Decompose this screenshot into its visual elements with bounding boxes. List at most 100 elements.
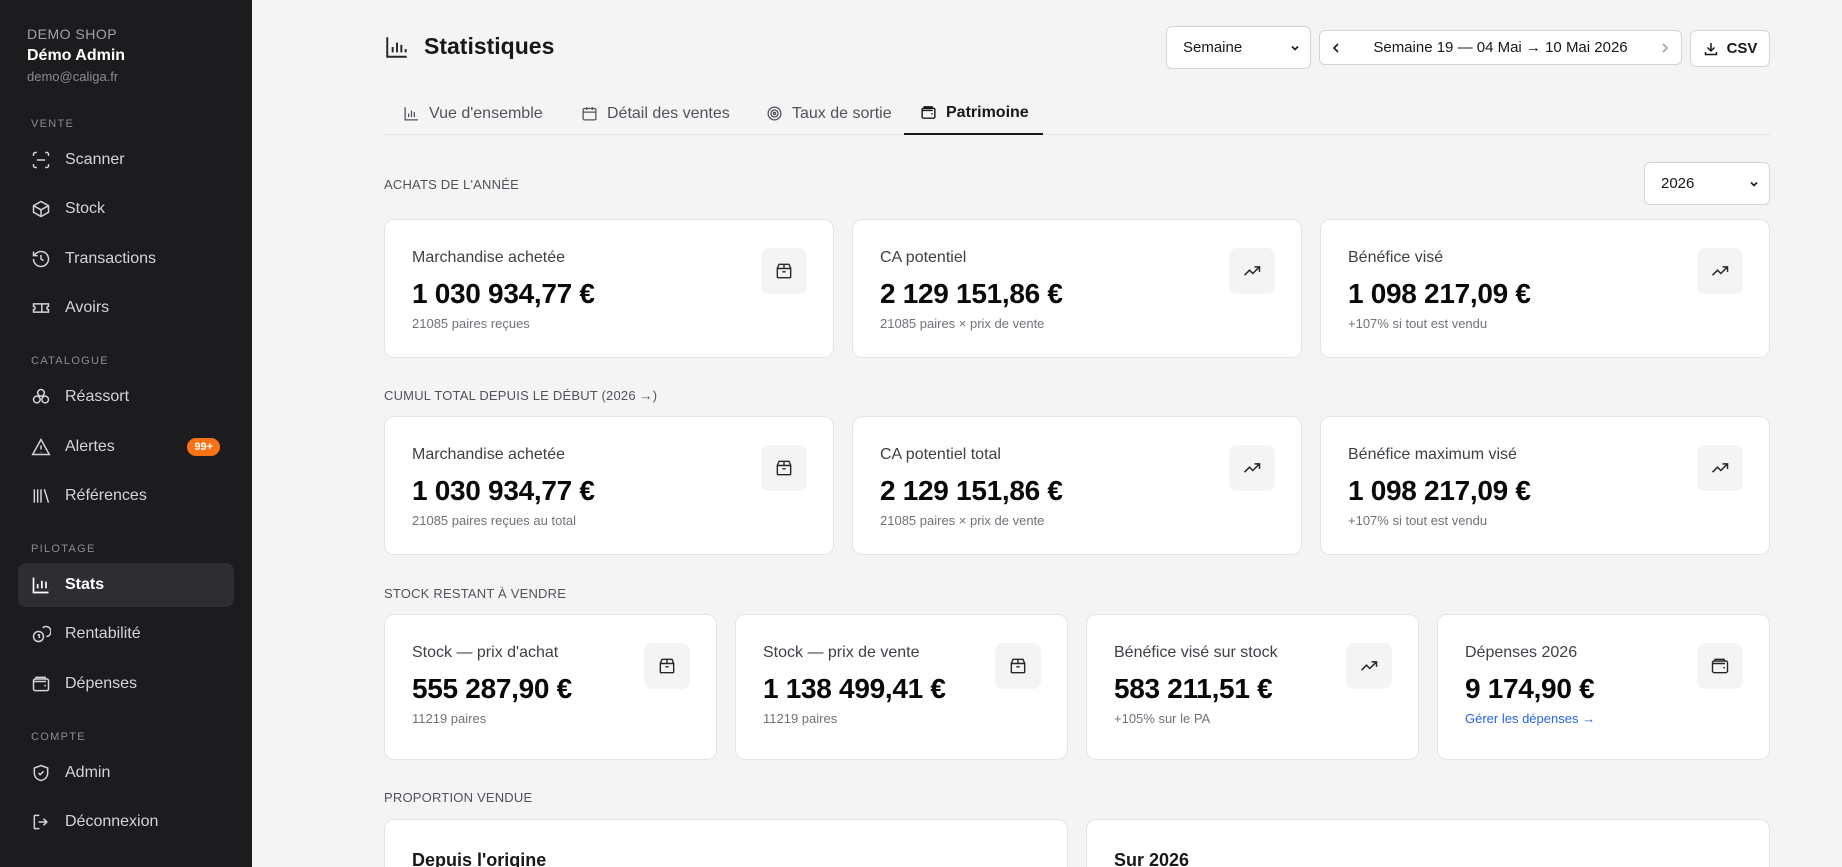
stat-value: 1 030 934,77 € (412, 475, 595, 506)
wallet-icon (32, 676, 50, 692)
sidebar-item-label: Avoirs (65, 299, 110, 316)
scan-icon (32, 151, 50, 169)
section-label-compte: COMPTE (31, 731, 86, 743)
stat-icon-box (761, 445, 807, 491)
stat-label: Marchandise achetée (412, 249, 565, 266)
sidebar-item-reassort[interactable]: Réassort (18, 375, 234, 419)
stat-card: Dépenses 2026 9 174,90 € Gérer les dépen… (1437, 614, 1770, 760)
stat-value: 2 129 151,86 € (880, 278, 1063, 309)
stat-value: 1 138 499,41 € (763, 673, 946, 704)
wallet-icon (1711, 658, 1729, 674)
sidebar-item-avoirs[interactable]: Avoirs (18, 286, 234, 330)
chevron-down-icon (1291, 45, 1299, 51)
period-select-value: Semaine (1183, 39, 1243, 56)
stat-label: Bénéfice maximum visé (1348, 446, 1517, 463)
trending-up-icon (1243, 463, 1261, 473)
sidebar-item-label: Réassort (65, 388, 130, 405)
sidebar-item-rentabilite[interactable]: Rentabilité (18, 612, 234, 656)
package-icon (776, 263, 792, 279)
trending-up-icon (1360, 661, 1378, 671)
sidebar-item-stats[interactable]: Stats (18, 563, 234, 607)
stat-icon-box (1346, 643, 1392, 689)
package-icon (659, 658, 675, 674)
stat-icon-box (1697, 643, 1743, 689)
proportion-card-title: Depuis l'origine (412, 850, 547, 867)
sidebar-item-label: Transactions (65, 250, 156, 267)
section-title-proportion: PROPORTION VENDUE (384, 790, 533, 805)
stat-icon-box (761, 248, 807, 294)
next-week-button[interactable] (1649, 31, 1681, 64)
stat-icon-box (1697, 445, 1743, 491)
sidebar-item-label: Dépenses (65, 675, 138, 692)
section-label-catalogue: CATALOGUE (31, 355, 109, 367)
previous-week-button[interactable] (1320, 31, 1352, 64)
package-icon (1010, 658, 1026, 674)
box-icon (32, 200, 50, 218)
library-icon (33, 489, 50, 503)
tab-taux-sortie[interactable]: Taux de sortie (764, 92, 894, 135)
sidebar-item-transactions[interactable]: Transactions (18, 237, 234, 281)
tab-patrimoine[interactable]: Patrimoine (904, 92, 1043, 135)
stat-subtext: 21085 paires × prix de vente (880, 316, 1045, 331)
shield-icon (33, 764, 49, 782)
stat-subtext: +105% sur le PA (1114, 711, 1211, 726)
sidebar-item-label: Scanner (65, 151, 125, 168)
proportion-card: Sur 2026 (1086, 819, 1770, 867)
sidebar-item-alertes[interactable]: Alertes 99+ (18, 425, 234, 469)
shop-name: DEMO SHOP (27, 26, 118, 42)
stat-value: 1 098 217,09 € (1348, 278, 1531, 309)
sidebar-item-scanner[interactable]: Scanner (18, 138, 234, 182)
sidebar-item-deconnexion[interactable]: Déconnexion (18, 800, 234, 844)
sidebar-item-label: Stats (65, 576, 105, 593)
section-title-achats: ACHATS DE L'ANNÉE (384, 177, 519, 192)
tab-detail-ventes[interactable]: Détail des ventes (579, 92, 732, 135)
stat-icon-box (644, 643, 690, 689)
bar-chart-icon (404, 107, 418, 121)
wallet-icon (921, 106, 936, 119)
stat-value: 583 211,51 € (1114, 673, 1273, 704)
stat-value: 555 287,90 € (412, 673, 572, 704)
tab-vue-ensemble[interactable]: Vue d'ensemble (401, 92, 545, 135)
stat-card: Stock — prix de vente 1 138 499,41 € 112… (735, 614, 1068, 760)
sidebar-item-references[interactable]: Références (18, 474, 234, 518)
stats-tabs: Vue d'ensemble Détail des ventes Taux de… (384, 92, 1770, 135)
brand-block: DEMO SHOP Démo Admin demo@caliga.fr (0, 0, 252, 84)
stat-value: 1 030 934,77 € (412, 278, 595, 309)
download-icon (1704, 42, 1717, 55)
sidebar-item-depenses[interactable]: Dépenses (18, 662, 234, 706)
stat-label: Stock — prix de vente (763, 644, 920, 661)
sidebar-item-admin[interactable]: Admin (18, 751, 234, 795)
stat-label: Marchandise achetée (412, 446, 565, 463)
user-name: Démo Admin (27, 47, 126, 64)
sidebar-item-label: Stock (65, 200, 106, 217)
bar-chart-icon (32, 577, 49, 594)
stat-card: Marchandise achetée 1 030 934,77 € 21085… (384, 219, 834, 358)
stat-card: Bénéfice maximum visé 1 098 217,09 € +10… (1320, 416, 1770, 555)
section-label-pilotage: PILOTAGE (31, 543, 96, 555)
manage-expenses-link[interactable]: Gérer les dépenses → (1465, 711, 1595, 726)
sidebar-item-label: Rentabilité (65, 625, 141, 642)
stat-card: CA potentiel 2 129 151,86 € 21085 paires… (852, 219, 1302, 358)
stat-card: CA potentiel total 2 129 151,86 € 21085 … (852, 416, 1302, 555)
csv-export-button[interactable]: CSV (1690, 30, 1770, 67)
sidebar: DEMO SHOP Démo Admin demo@caliga.fr VENT… (0, 0, 252, 867)
calendar-icon (582, 107, 597, 121)
sidebar-item-stock[interactable]: Stock (18, 187, 234, 231)
sidebar-item-label: Admin (65, 764, 111, 781)
main-content: Statistiques Semaine Semaine 19 — 04 Mai… (252, 0, 1842, 867)
stat-card: Bénéfice visé 1 098 217,09 € +107% si to… (1320, 219, 1770, 358)
boxes-icon (32, 388, 50, 404)
stat-label: Bénéfice visé sur stock (1114, 644, 1278, 661)
stat-card: Bénéfice visé sur stock 583 211,51 € +10… (1086, 614, 1419, 760)
alert-count-badge: 99+ (187, 438, 220, 456)
tab-label: Vue d'ensemble (429, 104, 543, 122)
stat-label: Stock — prix d'achat (412, 644, 559, 661)
stat-value: 9 174,90 € (1465, 673, 1595, 704)
stat-subtext: 21085 paires reçues (412, 316, 530, 331)
period-select[interactable]: Semaine (1166, 26, 1311, 69)
trending-up-icon (1243, 266, 1261, 276)
tab-label: Patrimoine (946, 103, 1029, 121)
year-select[interactable]: 2026 (1644, 162, 1770, 205)
user-email: demo@caliga.fr (27, 69, 119, 84)
csv-export-label: CSV (1726, 40, 1758, 57)
